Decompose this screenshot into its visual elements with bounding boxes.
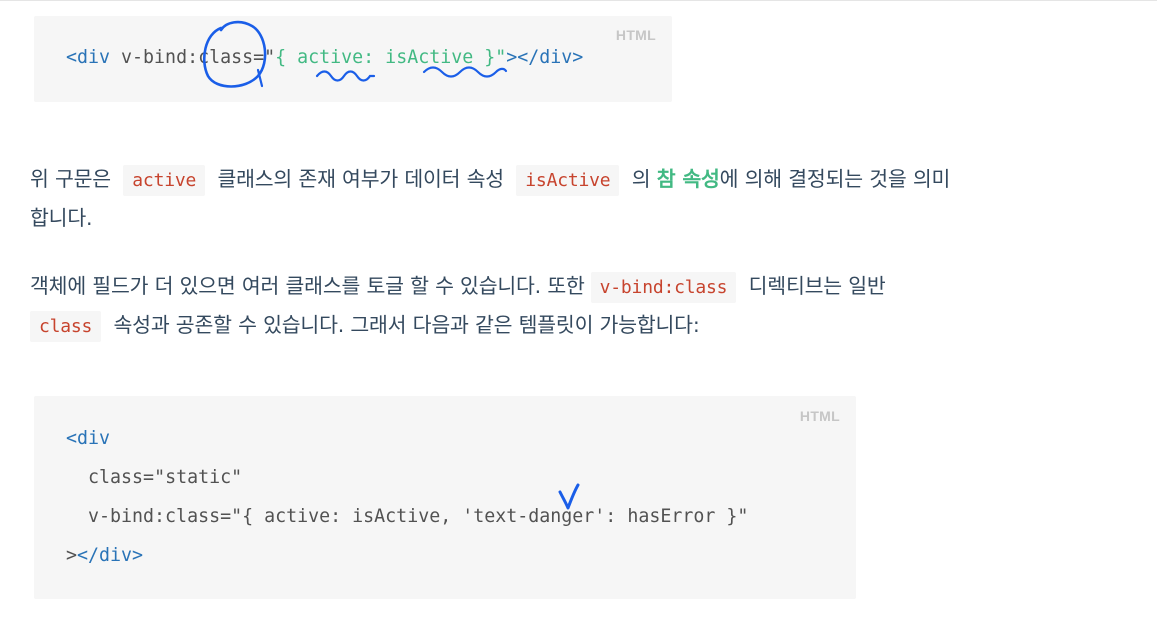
code-attr: v-bind:class=" <box>110 47 276 68</box>
code-tag-close: ></div> <box>506 47 584 68</box>
code-attr: v-bind:class= <box>66 506 232 527</box>
paragraph-2-line-2: class 속성과 공존할 수 있습니다. 그래서 다음과 같은 템플릿이 가능… <box>30 308 700 342</box>
code-tag-open: <div <box>66 47 111 68</box>
emphasis-text: 참 속성 <box>656 167 720 191</box>
code-punct: > <box>66 545 78 566</box>
code-line: <div <box>66 428 110 449</box>
text-segment: 클래스의 존재 여부가 데이터 속성 <box>217 167 504 191</box>
inline-code: active <box>123 165 206 196</box>
code-close-quote: " <box>495 47 507 68</box>
code-tag-close: </div> <box>77 545 144 566</box>
text-segment: 속성과 공존할 수 있습니다. 그래서 다음과 같은 템플릿이 가능합니다: <box>113 313 700 337</box>
code-attr-value: { active: isActive } <box>275 47 496 68</box>
code-block-1: HTML <div v-bind:class="{ active: isActi… <box>34 16 672 102</box>
paragraph-1-line-1: 위 구문은 active 클래스의 존재 여부가 데이터 속성 isActive… <box>30 162 951 196</box>
code-line: ></div> <box>66 545 143 566</box>
paragraph-1-line-2: 합니다. <box>30 206 93 230</box>
code-attr-value: "{ active: isActive, 'text-danger': hasE… <box>231 506 749 527</box>
text-segment: 디렉티브는 일반 <box>748 274 886 298</box>
code-line: <div v-bind:class="{ active: isActive }"… <box>66 47 583 68</box>
paragraph-2-line-1: 객체에 필드가 더 있으면 여러 클래스를 토글 할 수 있습니다. 또한 v-b… <box>30 269 886 303</box>
text-segment: 위 구문은 <box>30 167 111 191</box>
text-segment: 객체에 필드가 더 있으면 여러 클래스를 토글 할 수 있습니다. 또한 <box>30 274 585 298</box>
inline-code: v-bind:class <box>590 272 737 303</box>
code-tag-open: <div <box>66 428 111 449</box>
code-block-2: HTML <div class="static" v-bind:class="{… <box>34 396 856 599</box>
code-language-label: HTML <box>615 27 656 43</box>
text-segment: 에 의해 결정되는 것을 의미 <box>719 167 951 191</box>
text-segment: 의 <box>631 167 651 191</box>
inline-code: isActive <box>516 165 620 196</box>
code-attr: class= <box>66 467 155 488</box>
code-line: v-bind:class="{ active: isActive, 'text-… <box>66 506 748 527</box>
inline-code: class <box>30 311 102 342</box>
top-divider <box>0 0 1157 1</box>
code-attr-value: "static" <box>154 467 243 488</box>
code-language-label: HTML <box>799 408 840 424</box>
code-line: class="static" <box>66 467 242 488</box>
